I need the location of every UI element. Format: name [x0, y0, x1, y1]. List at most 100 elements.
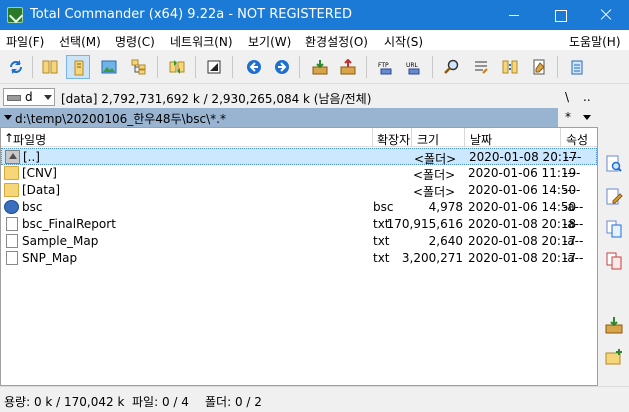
close-button[interactable] — [583, 0, 629, 30]
column-attr[interactable]: 속성 — [566, 131, 588, 148]
status-folders: 폴더: 0 / 2 — [205, 395, 262, 409]
file-size: <폴더> — [413, 185, 456, 199]
file-attr: -a-- — [563, 234, 584, 248]
new-folder-icon[interactable] — [605, 348, 623, 366]
pack-icon[interactable] — [605, 316, 623, 334]
file-panel: ↑ 파일명 확장자 크기 날짜 속성 [..] <폴더> 2020-01-08 … — [0, 127, 598, 386]
file-date: 2020-01-08 20:17 — [468, 251, 577, 265]
file-size: 4,978 — [428, 200, 463, 214]
edit-icon[interactable] — [605, 188, 623, 206]
file-name: Sample_Map — [22, 234, 99, 248]
compare-dirs-icon[interactable] — [165, 55, 189, 79]
toolbar-separator — [366, 56, 367, 78]
invert-selection-icon[interactable] — [202, 55, 226, 79]
quick-view-icon[interactable] — [605, 155, 623, 173]
status-size: 용량: 0 k / 170,042 k — [4, 395, 125, 409]
thumbnail-view-icon[interactable] — [97, 55, 121, 79]
multi-rename-icon[interactable] — [469, 55, 493, 79]
file-name: [..] — [23, 150, 40, 164]
vertical-button-bar — [599, 127, 629, 386]
file-attr: -a-- — [563, 200, 584, 214]
drive-space-info: [data] 2,792,731,692 k / 2,930,265,084 k… — [61, 92, 372, 106]
drive-letter: d — [25, 90, 33, 104]
copy-icon[interactable] — [605, 220, 623, 238]
file-attr: ---- — [564, 150, 582, 164]
app-icon[interactable] — [7, 7, 23, 23]
menu-select[interactable]: 선택(M) — [59, 33, 101, 50]
column-size[interactable]: 크기 — [417, 131, 439, 148]
text-file-icon — [6, 217, 18, 231]
move-icon[interactable] — [605, 252, 623, 270]
file-row-parent[interactable]: [..] <폴더> 2020-01-08 20:17 ---- — [1, 148, 597, 166]
ftp-icon[interactable]: FTP — [374, 55, 398, 79]
column-divider[interactable] — [372, 128, 373, 147]
status-bar: 용량: 0 k / 170,042 k 파일: 0 / 4 폴더: 0 / 2 — [0, 386, 629, 412]
file-row[interactable]: Sample_Map txt 2,640 2020-01-08 20:17 -a… — [1, 233, 597, 250]
current-path-bar[interactable]: d:\temp\20200106_한우48두\bsc\*.* — [0, 108, 558, 127]
file-name: bsc — [22, 200, 43, 214]
column-ext[interactable]: 확장자 — [377, 131, 410, 148]
history-button[interactable]: * — [565, 110, 571, 124]
maximize-button[interactable] — [537, 0, 583, 30]
file-date: 2020-01-06 14:50 — [468, 200, 577, 214]
brief-view-icon[interactable] — [38, 55, 62, 79]
back-icon[interactable] — [242, 55, 266, 79]
column-header: ↑ 파일명 확장자 크기 날짜 속성 — [1, 128, 597, 147]
file-date: 2020-01-08 20:17 — [469, 150, 578, 164]
file-attr: -a-- — [563, 217, 584, 231]
pack-icon[interactable] — [308, 55, 332, 79]
search-icon[interactable] — [440, 55, 464, 79]
file-row[interactable]: SNP_Map txt 3,200,271 2020-01-08 20:17 -… — [1, 250, 597, 267]
file-size: <폴더> — [413, 168, 456, 182]
menu-commands[interactable]: 명령(C) — [115, 33, 155, 50]
caret-down-icon[interactable] — [4, 115, 12, 120]
toolbar-separator — [195, 56, 196, 78]
drive-dropdown[interactable]: d — [3, 88, 55, 106]
url-icon[interactable]: URL — [402, 55, 426, 79]
parent-dir-button[interactable]: .. — [583, 90, 591, 104]
menu-help[interactable]: 도움말(H) — [569, 33, 621, 50]
toolbar-separator — [432, 56, 433, 78]
window-title: Total Commander (x64) 9.22a - NOT REGIST… — [30, 7, 353, 22]
toolbar-separator — [232, 56, 233, 78]
column-date[interactable]: 날짜 — [470, 131, 492, 148]
file-date: 2020-01-06 11:19 — [468, 166, 577, 180]
tree-view-icon[interactable] — [127, 55, 151, 79]
file-size: 2,640 — [428, 234, 463, 248]
file-row[interactable]: [Data] <폴더> 2020-01-06 14:50 ---- — [1, 182, 597, 199]
notepad-icon[interactable] — [527, 55, 551, 79]
column-name[interactable]: 파일명 — [13, 131, 46, 148]
text-file-icon — [6, 251, 18, 265]
toolbar-separator — [32, 56, 33, 78]
menu-start[interactable]: 시작(S) — [384, 33, 423, 50]
sync-dirs-icon[interactable] — [498, 55, 522, 79]
column-divider[interactable] — [411, 128, 412, 147]
file-ext: txt — [373, 251, 390, 265]
menu-view[interactable]: 보기(W) — [248, 33, 291, 50]
svg-text:FTP: FTP — [378, 62, 389, 69]
file-row[interactable]: [CNV] <폴더> 2020-01-06 11:19 ---- — [1, 165, 597, 182]
menu-network[interactable]: 네트워크(N) — [170, 33, 233, 50]
menu-file[interactable]: 파일(F) — [6, 33, 44, 50]
file-row[interactable]: bsc bsc 4,978 2020-01-06 14:50 -a-- — [1, 199, 597, 216]
forward-icon[interactable] — [270, 55, 294, 79]
file-row[interactable]: bsc_FinalReport txt 170,915,616 2020-01-… — [1, 216, 597, 233]
column-divider[interactable] — [464, 128, 465, 147]
full-view-icon[interactable] — [66, 55, 90, 79]
clipboard-icon[interactable] — [565, 55, 589, 79]
text-file-icon — [6, 234, 18, 248]
file-name: [CNV] — [22, 166, 57, 180]
minimize-button[interactable] — [491, 0, 537, 30]
file-attr: ---- — [563, 166, 581, 180]
toolbar: FTP URL — [0, 50, 629, 84]
refresh-icon[interactable] — [4, 55, 28, 79]
menu-bar: 파일(F) 선택(M) 명령(C) 네트워크(N) 보기(W) 환경설정(O) … — [0, 30, 629, 50]
unpack-icon[interactable] — [336, 55, 360, 79]
up-folder-icon — [5, 150, 20, 164]
current-path: d:\temp\20200106_한우48두\bsc\*.* — [15, 112, 226, 126]
hotlist-caret-icon[interactable] — [583, 115, 591, 120]
root-dir-button[interactable]: \ — [565, 90, 569, 104]
folder-icon — [4, 166, 19, 180]
menu-configuration[interactable]: 환경설정(O) — [305, 33, 368, 50]
column-divider[interactable] — [560, 128, 561, 147]
